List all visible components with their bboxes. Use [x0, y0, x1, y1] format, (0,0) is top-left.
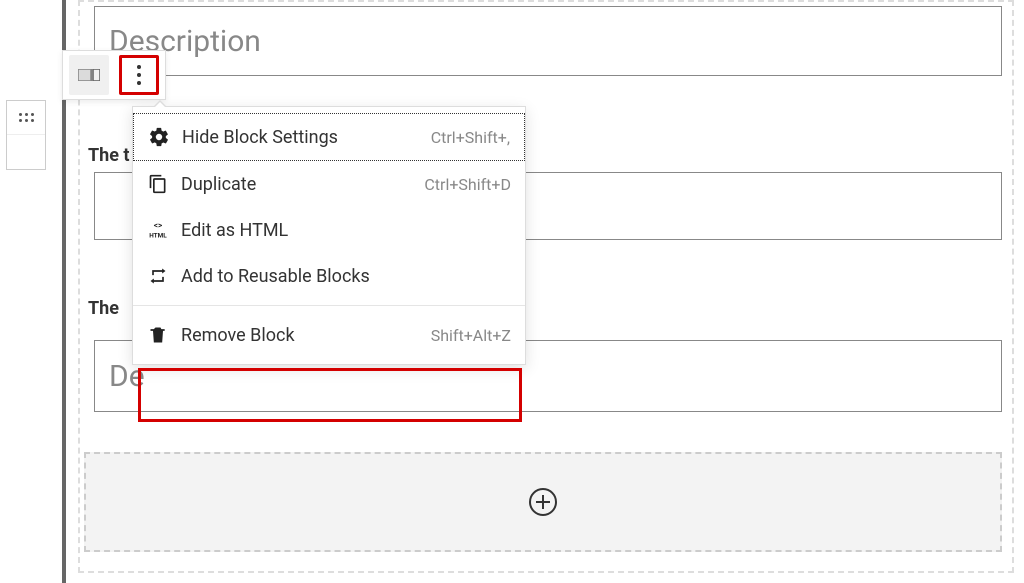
menu-shortcut: Ctrl+Shift+D [424, 175, 511, 194]
menu-label: Hide Block Settings [182, 127, 431, 148]
more-options-button[interactable] [119, 55, 159, 95]
menu-item-edit-html[interactable]: <>HTML Edit as HTML [133, 207, 525, 253]
block-options-menu: Hide Block Settings Ctrl+Shift+, Duplica… [132, 106, 526, 365]
block-layout-icon [78, 69, 100, 81]
block-type-button[interactable] [69, 55, 109, 95]
side-toolbar-empty [7, 135, 45, 169]
duplicate-icon [147, 173, 169, 195]
html-icon: <>HTML [147, 219, 169, 241]
description-input[interactable]: Description [94, 6, 1002, 76]
more-vertical-icon [137, 65, 141, 85]
field-label-1: The t [88, 145, 130, 166]
menu-label: Edit as HTML [181, 220, 511, 241]
menu-label: Duplicate [181, 174, 424, 195]
menu-shortcut: Shift+Alt+Z [431, 326, 511, 345]
svg-text:HTML: HTML [149, 231, 167, 239]
menu-label: Remove Block [181, 325, 431, 346]
drag-handle[interactable] [7, 101, 45, 135]
gear-icon [148, 126, 170, 148]
field-label-2: The [88, 298, 119, 319]
menu-shortcut: Ctrl+Shift+, [431, 128, 510, 147]
menu-item-remove-block[interactable]: Remove Block Shift+Alt+Z [133, 312, 525, 358]
side-toolbar [6, 100, 46, 170]
add-block-button[interactable] [84, 452, 1002, 552]
trash-icon [147, 324, 169, 346]
drag-icon [19, 113, 34, 122]
reusable-icon [147, 265, 169, 287]
menu-label: Add to Reusable Blocks [181, 266, 511, 287]
svg-text:<>: <> [154, 221, 162, 231]
menu-item-duplicate[interactable]: Duplicate Ctrl+Shift+D [133, 161, 525, 207]
block-toolbar [62, 50, 166, 100]
menu-item-hide-settings[interactable]: Hide Block Settings Ctrl+Shift+, [133, 113, 525, 161]
menu-item-add-reusable[interactable]: Add to Reusable Blocks [133, 253, 525, 299]
plus-circle-icon [529, 488, 557, 516]
